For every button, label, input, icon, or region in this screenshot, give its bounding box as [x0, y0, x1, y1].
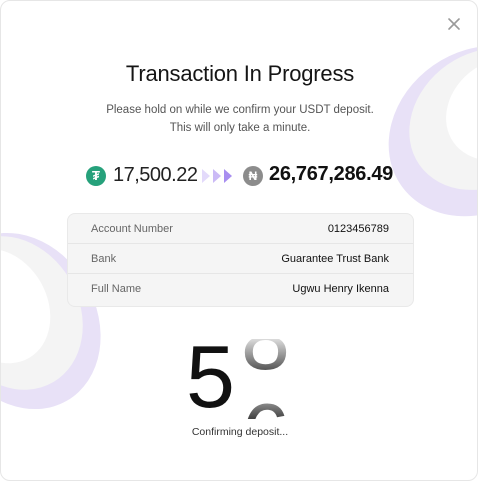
detail-row-full-name: Full Name Ugwu Henry Ikenna	[68, 274, 413, 303]
naira-icon: ₦	[243, 166, 263, 186]
detail-label: Bank	[91, 253, 117, 265]
countdown-digit-ones-rolling: 8 6	[241, 339, 296, 419]
detail-row-bank: Bank Guarantee Trust Bank	[68, 244, 413, 274]
detail-label: Account Number	[91, 223, 173, 235]
status-text: Confirming deposit...	[191, 426, 289, 438]
conversion-row: ₮ 17,500.22 ₦ 26,767,286.49	[1, 162, 477, 192]
detail-value: 0123456789	[327, 223, 389, 235]
usdt-amount: 17,500.22	[113, 164, 198, 186]
countdown-digit-tens: 5	[186, 327, 235, 426]
triple-chevron-right-icon	[202, 169, 232, 183]
rolling-fade-overlay	[241, 339, 296, 419]
close-icon[interactable]	[441, 11, 467, 37]
modal-subtitle-line2: This will only take a minute.	[169, 122, 311, 134]
detail-label: Full Name	[91, 283, 142, 295]
transaction-modal: Transaction In Progress Please hold on w…	[0, 0, 478, 481]
modal-subtitle-line1: Please hold on while we confirm your USD…	[106, 104, 374, 116]
account-details-card: Account Number 0123456789 Bank Guarantee…	[67, 213, 414, 307]
countdown-timer: 5 8 6	[186, 329, 296, 425]
naira-amount: 26,767,286.49	[269, 163, 394, 185]
detail-value: Ugwu Henry Ikenna	[292, 283, 389, 295]
modal-title: Transaction In Progress	[125, 61, 355, 86]
detail-value: Guarantee Trust Bank	[281, 253, 389, 265]
detail-row-account-number: Account Number 0123456789	[68, 214, 413, 244]
tether-usdt-icon: ₮	[86, 166, 106, 186]
